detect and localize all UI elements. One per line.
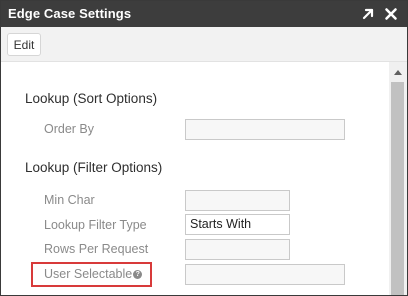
lookup-filter-type-input[interactable]: Starts With [185,214,290,235]
min-char-label: Min Char [44,193,95,207]
title-bar: Edge Case Settings [1,1,407,27]
vertical-scrollbar[interactable] [389,62,407,295]
min-char-input[interactable] [185,190,290,211]
section-title-filter: Lookup (Filter Options) [25,160,163,175]
user-selectable-input[interactable] [185,264,345,285]
lookup-filter-type-label: Lookup Filter Type [44,218,147,232]
expand-arrow-icon[interactable] [359,5,377,23]
edit-button[interactable]: Edit [7,33,41,56]
highlight-box [31,262,152,287]
toolbar: Edit [1,27,407,62]
close-icon[interactable] [382,5,400,23]
rows-per-request-input[interactable] [185,239,290,260]
settings-form: Lookup (Sort Options) Order By Lookup (F… [1,62,389,295]
scrollbar-thumb[interactable] [391,82,404,295]
order-by-input[interactable] [185,119,345,140]
order-by-label: Order By [44,122,95,136]
settings-window: Edge Case Settings Edit Lookup (Sort Opt… [0,0,408,296]
scroll-up-arrow-icon[interactable] [389,65,407,77]
section-title-sort: Lookup (Sort Options) [25,91,158,106]
rows-per-request-label: Rows Per Request [44,242,149,256]
window-title: Edge Case Settings [8,6,132,21]
